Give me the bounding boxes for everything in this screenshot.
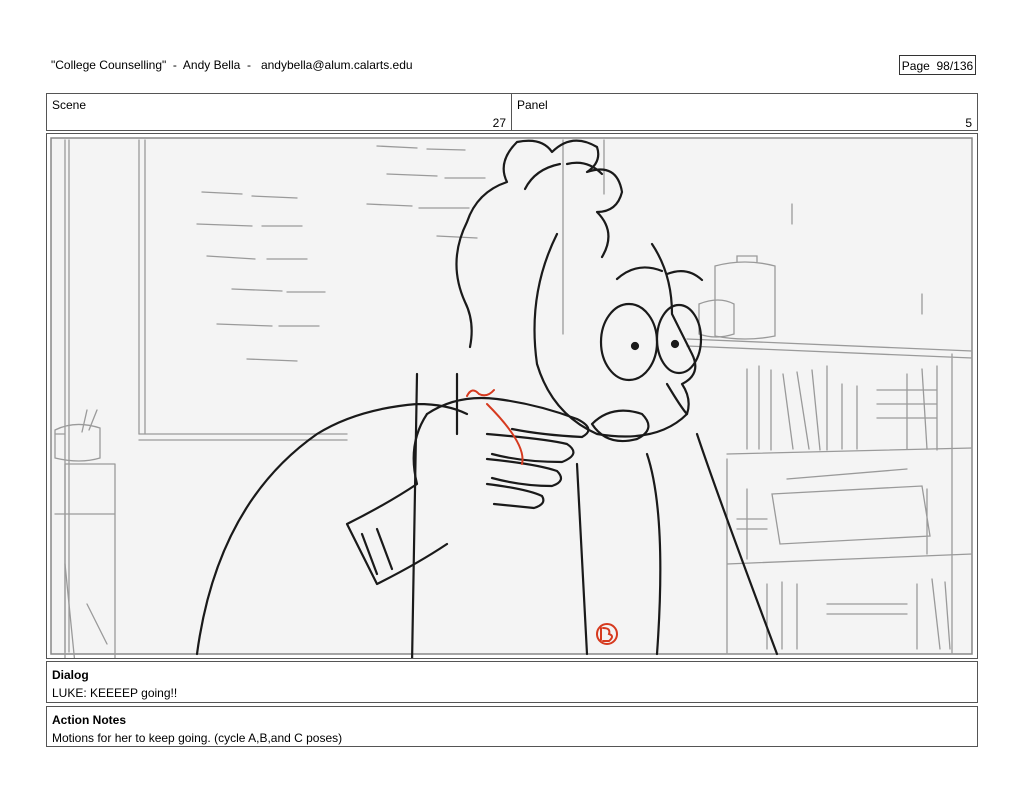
dialog-box: Dialog LUKE: KEEEEP going!! bbox=[46, 661, 978, 703]
dialog-text: LUKE: KEEEEP going!! bbox=[52, 686, 178, 700]
action-notes-box: Action Notes Motions for her to keep goi… bbox=[46, 706, 978, 747]
dialog-label: Dialog bbox=[52, 668, 89, 682]
page-number: Page 98/136 bbox=[899, 55, 976, 75]
panel-label: Panel bbox=[517, 98, 548, 112]
action-notes-label: Action Notes bbox=[52, 713, 127, 727]
storyboard-sketch bbox=[50, 137, 973, 658]
scene-cell: Scene 27 bbox=[46, 93, 512, 131]
storyboard-frame bbox=[46, 133, 978, 659]
document-header: "College Counselling" - Andy Bella - and… bbox=[51, 58, 413, 72]
panel-number: 5 bbox=[965, 116, 972, 130]
scene-label: Scene bbox=[52, 98, 87, 112]
action-notes-text: Motions for her to keep going. (cycle A,… bbox=[52, 731, 343, 745]
scene-number: 27 bbox=[492, 116, 506, 130]
panel-cell: Panel 5 bbox=[511, 93, 978, 131]
